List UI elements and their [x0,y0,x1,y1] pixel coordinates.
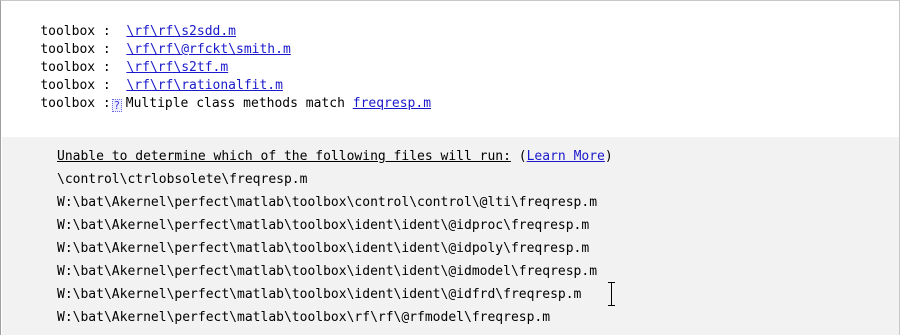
ambiguous-file: W:\bat\Akernel\perfect\matlab\toolbox\id… [57,241,590,256]
result-row: toolbox : \rf\rf\rationalfit.m [9,59,283,93]
learn-more-open: ( [518,149,527,164]
learn-more-close: ) [604,149,613,164]
multi-match-file-link[interactable]: freqresp.m [353,96,431,111]
ambiguous-file: W:\bat\Akernel\perfect\matlab\toolbox\co… [57,195,598,210]
ambiguous-file: \control\ctrlobsolete\freqresp.m [57,172,308,187]
search-results-panel: toolbox : \rf\rf\s2sdd.m toolbox : \rf\r… [0,0,900,335]
learn-more-link[interactable]: Learn More [527,149,605,164]
ambiguous-file: W:\bat\Akernel\perfect\matlab\toolbox\id… [57,287,582,302]
text-cursor-icon [608,282,615,306]
result-category: toolbox : [40,96,111,111]
result-row: toolbox : \rf\rf\s2sdd.m [9,5,236,39]
multi-match-message: Multiple class methods match [125,96,345,111]
result-row: toolbox : \rf\rf\s2tf.m [9,41,228,75]
ambiguity-header-text: Unable to determine which of the followi… [57,149,511,164]
result-row: toolbox : \rf\rf\@rfckt\smith.m [9,23,290,57]
question-icon[interactable]: ? [111,99,122,112]
ambiguous-file: W:\bat\Akernel\perfect\matlab\toolbox\id… [57,218,590,233]
multi-match-row: toolbox :? Multiple class methods match f… [9,77,431,112]
ambiguous-file: W:\bat\Akernel\perfect\matlab\toolbox\rf… [57,310,551,325]
ambiguous-file: W:\bat\Akernel\perfect\matlab\toolbox\id… [57,264,598,279]
ambiguity-header: Unable to determine which of the followi… [57,146,613,167]
